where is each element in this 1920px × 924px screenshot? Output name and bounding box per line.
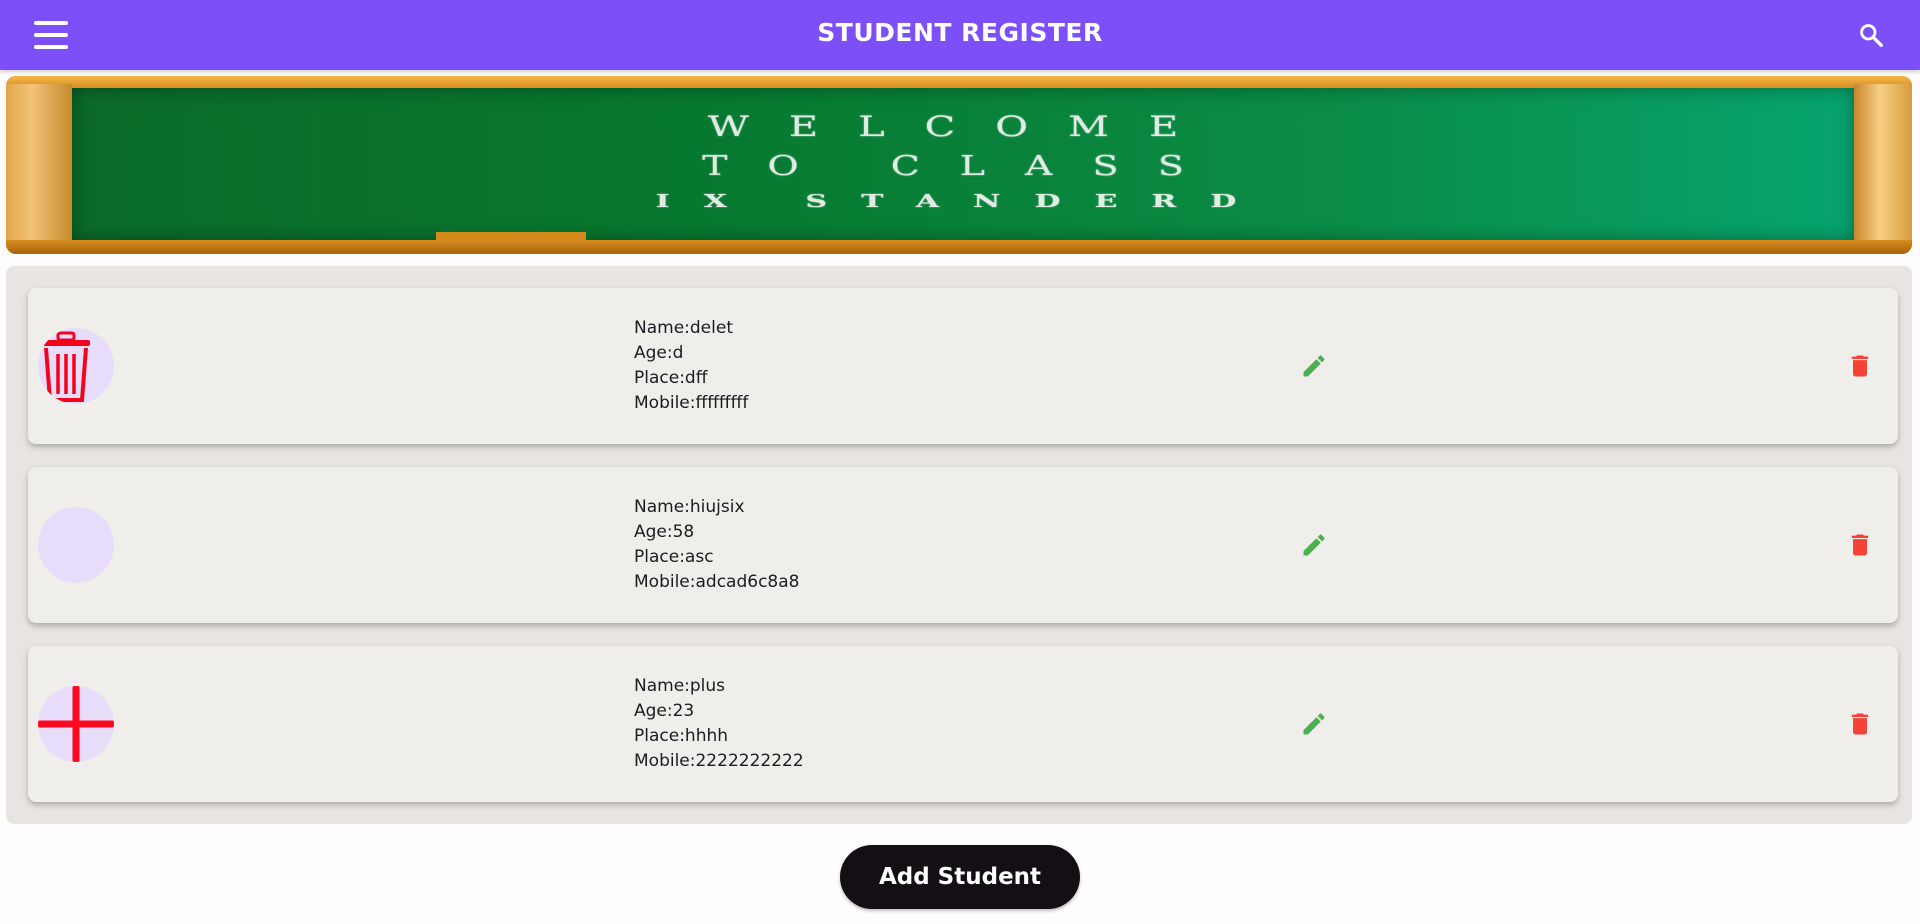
trash-can-icon [42, 331, 90, 402]
delete-icon [1851, 713, 1869, 735]
student-mobile: Mobile:adcad6c8a8 [634, 572, 800, 592]
student-age: Age:d [634, 343, 684, 363]
pencil-icon [1303, 713, 1325, 735]
search-icon [1860, 24, 1883, 47]
delete-icon [1851, 355, 1869, 377]
avatar [38, 686, 114, 762]
student-name: Name:delet [634, 318, 733, 338]
student-details: Name:delet Age:d Place:dff Mobile:ffffff… [634, 316, 748, 416]
welcome-banner-image: WELCOME TO CLASS IX STANDERD [6, 76, 1912, 254]
page-title: STUDENT REGISTER [817, 18, 1103, 47]
search-button[interactable] [1858, 22, 1884, 48]
delete-button[interactable] [1846, 352, 1874, 380]
student-name: Name:hiujsix [634, 497, 745, 517]
delete-button[interactable] [1846, 710, 1874, 738]
student-age: Age:23 [634, 701, 695, 721]
edit-button[interactable] [1300, 710, 1328, 738]
student-mobile: Mobile:fffffffff [634, 393, 749, 413]
chalkboard: WELCOME TO CLASS IX STANDERD [72, 88, 1854, 240]
delete-icon [1851, 534, 1869, 556]
student-mobile: Mobile:2222222222 [634, 751, 804, 771]
sound-wave-icon [40, 513, 108, 577]
banner-line-1: WELCOME [707, 110, 1219, 144]
student-details: Name:plus Age:23 Place:hhhh Mobile:22222… [634, 674, 804, 774]
banner-line-3: IX STANDERD [655, 191, 1271, 212]
pencil-icon [1303, 534, 1325, 556]
student-place: Place:asc [634, 547, 714, 567]
app-bar: STUDENT REGISTER [0, 0, 1920, 70]
student-details: Name:hiujsix Age:58 Place:asc Mobile:adc… [634, 495, 799, 595]
avatar [38, 328, 114, 404]
banner-line-2: TO CLASS [702, 150, 1224, 182]
student-card[interactable]: Name:delet Age:d Place:dff Mobile:ffffff… [28, 288, 1898, 444]
student-card[interactable]: Name:plus Age:23 Place:hhhh Mobile:22222… [28, 646, 1898, 802]
student-list[interactable]: Name:delet Age:d Place:dff Mobile:ffffff… [6, 266, 1912, 824]
edit-button[interactable] [1300, 352, 1328, 380]
delete-button[interactable] [1846, 531, 1874, 559]
pencil-icon [1303, 355, 1325, 377]
student-card[interactable]: Name:hiujsix Age:58 Place:asc Mobile:adc… [28, 467, 1898, 623]
edit-button[interactable] [1300, 531, 1328, 559]
student-age: Age:58 [634, 522, 695, 542]
student-place: Place:dff [634, 368, 708, 388]
plus-icon [38, 686, 114, 762]
student-name: Name:plus [634, 676, 726, 696]
avatar [38, 507, 114, 583]
student-place: Place:hhhh [634, 726, 729, 746]
add-student-button[interactable]: Add Student [840, 845, 1080, 909]
